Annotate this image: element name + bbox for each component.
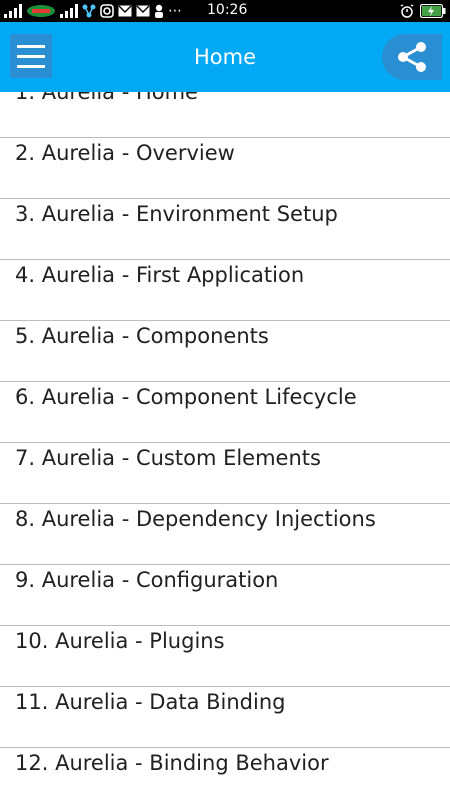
list-item-label: 12. Aurelia - Binding Behavior	[15, 751, 329, 775]
person-icon	[155, 4, 163, 18]
list-item-label: 9. Aurelia - Configuration	[15, 568, 279, 592]
signal-icon	[4, 4, 22, 18]
battery-charging-icon	[420, 4, 446, 18]
network-share-icon	[82, 4, 96, 18]
share-button[interactable]	[382, 34, 442, 80]
mail-icon-2	[136, 5, 150, 17]
status-right-icons	[400, 3, 446, 19]
list-item-label: 1. Aurelia - Home	[15, 92, 198, 104]
signal-icon-2	[60, 4, 78, 18]
app-bar: Home	[0, 22, 450, 92]
topic-list: 1. Aurelia - Home 2. Aurelia - Overview …	[0, 92, 450, 800]
list-item[interactable]: 1. Aurelia - Home	[0, 92, 450, 138]
instagram-icon	[100, 4, 114, 18]
list-item-label: 7. Aurelia - Custom Elements	[15, 446, 321, 470]
list-item[interactable]: 10. Aurelia - Plugins	[0, 626, 450, 687]
list-item[interactable]: 9. Aurelia - Configuration	[0, 565, 450, 626]
list-item[interactable]: 5. Aurelia - Components	[0, 321, 450, 382]
list-item[interactable]: 4. Aurelia - First Application	[0, 260, 450, 321]
list-item[interactable]: 7. Aurelia - Custom Elements	[0, 443, 450, 504]
hamburger-menu-icon	[17, 45, 45, 48]
list-item-label: 3. Aurelia - Environment Setup	[15, 202, 338, 226]
list-item-label: 11. Aurelia - Data Binding	[15, 690, 286, 714]
status-left-icons: ⋯	[4, 3, 183, 19]
list-item[interactable]: 8. Aurelia - Dependency Injections	[0, 504, 450, 565]
status-time: 10:26	[207, 2, 248, 18]
carrier-logo-icon	[27, 5, 55, 17]
list-item-label: 2. Aurelia - Overview	[15, 141, 235, 165]
list-item[interactable]: 3. Aurelia - Environment Setup	[0, 199, 450, 260]
list-item-label: 10. Aurelia - Plugins	[15, 629, 225, 653]
list-item[interactable]: 2. Aurelia - Overview	[0, 138, 450, 199]
alarm-icon	[400, 4, 414, 18]
list-item-label: 4. Aurelia - First Application	[15, 263, 305, 287]
list-item[interactable]: 6. Aurelia - Component Lifecycle	[0, 382, 450, 443]
share-icon	[398, 42, 426, 72]
list-item[interactable]: 11. Aurelia - Data Binding	[0, 687, 450, 748]
status-bar: ⋯ 10:26	[0, 0, 450, 22]
list-item-label: 6. Aurelia - Component Lifecycle	[15, 385, 357, 409]
list-item[interactable]: 12. Aurelia - Binding Behavior	[0, 748, 450, 800]
list-item-label: 5. Aurelia - Components	[15, 324, 269, 348]
hamburger-menu-icon-bar	[17, 65, 45, 68]
hamburger-menu-icon-bar	[17, 55, 45, 58]
more-notifications-icon: ⋯	[168, 3, 183, 19]
menu-button[interactable]	[10, 34, 52, 78]
list-item-label: 8. Aurelia - Dependency Injections	[15, 507, 376, 531]
mail-icon	[118, 5, 132, 17]
